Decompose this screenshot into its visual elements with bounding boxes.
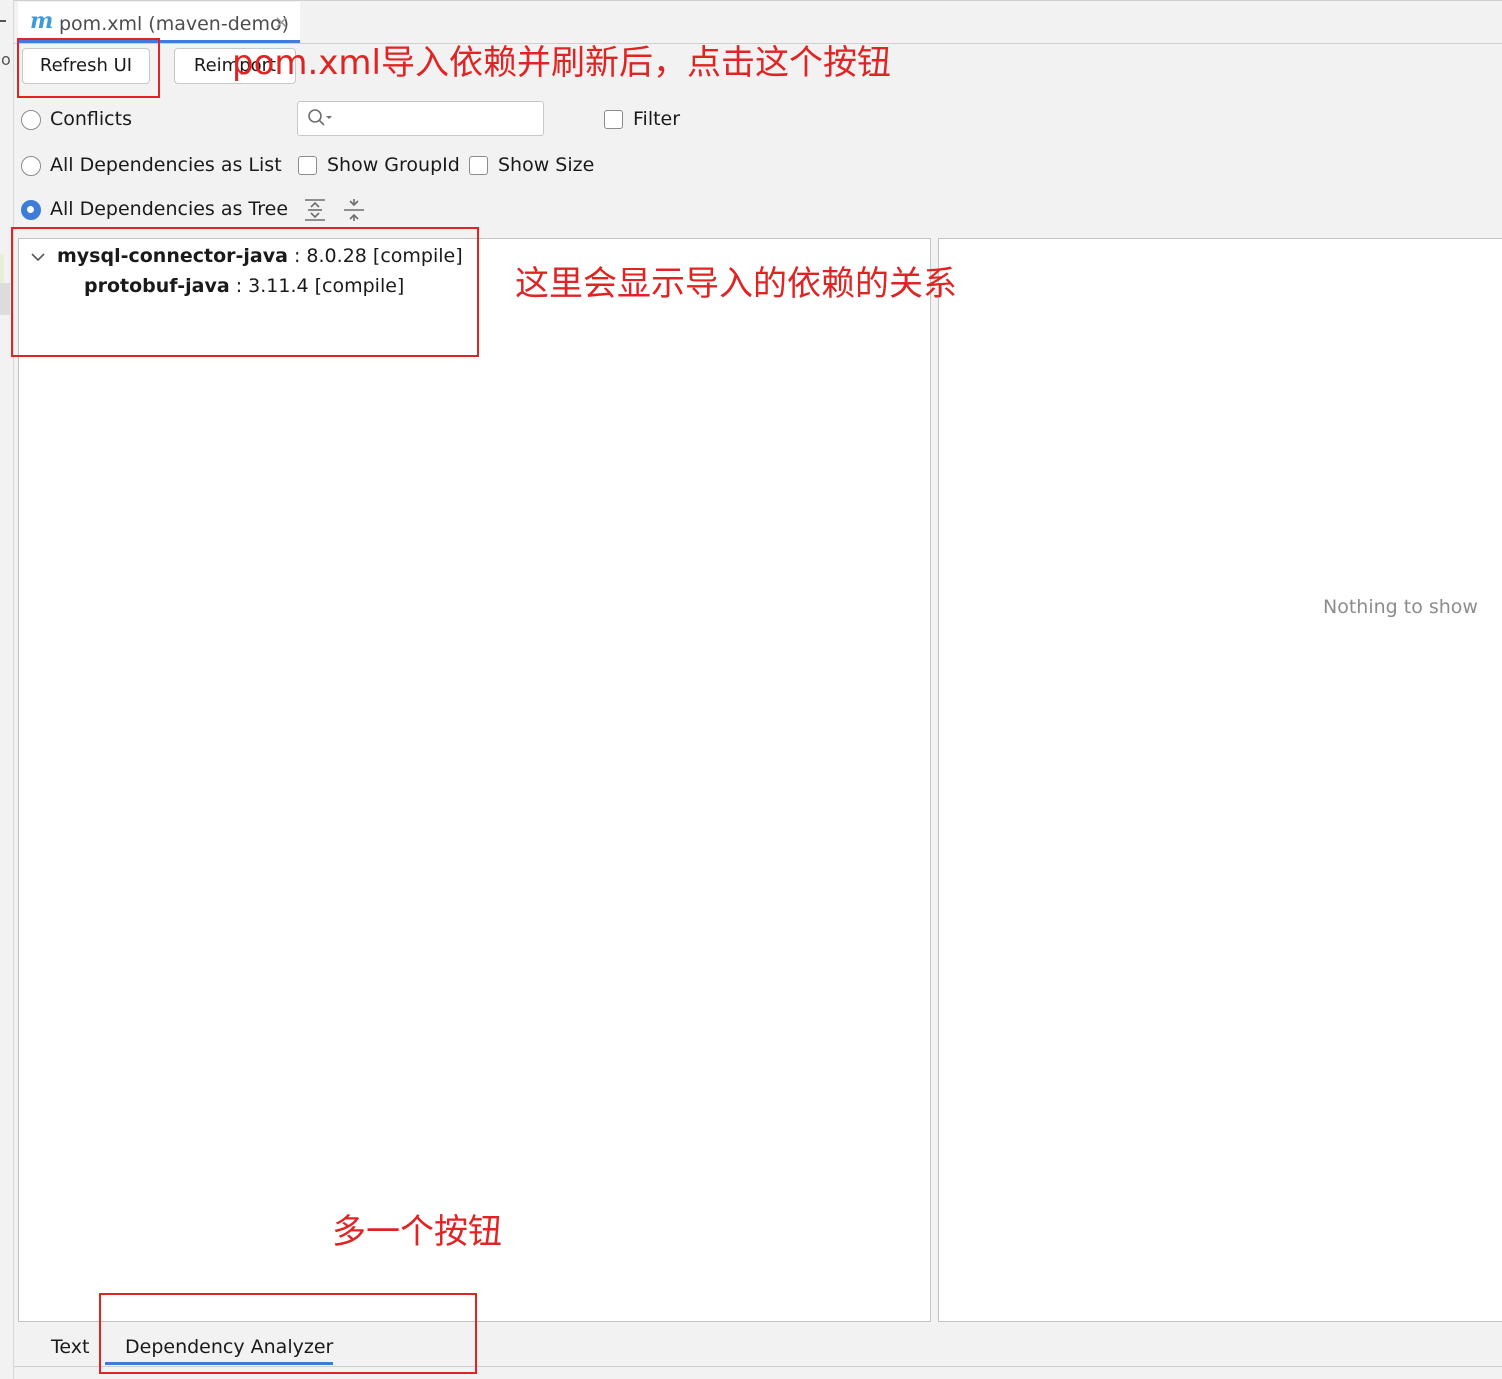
empty-state-label: Nothing to show bbox=[1323, 596, 1478, 618]
gutter-collapse-dash bbox=[0, 20, 6, 22]
annotation-box-refresh bbox=[17, 38, 160, 98]
left-gutter bbox=[0, 0, 14, 1379]
dependency-details-panel bbox=[938, 238, 1502, 1322]
show-size-label: Show Size bbox=[498, 154, 595, 176]
all-dependencies-list-label: All Dependencies as List bbox=[50, 154, 282, 176]
conflicts-label: Conflicts bbox=[50, 108, 132, 130]
gutter-letter: o bbox=[1, 50, 11, 69]
panel-splitter[interactable] bbox=[931, 238, 938, 1322]
tab-text[interactable]: Text bbox=[51, 1336, 89, 1358]
gutter-change-marker bbox=[0, 254, 4, 284]
maven-file-icon: m bbox=[30, 8, 54, 34]
all-dependencies-tree-label: All Dependencies as Tree bbox=[50, 198, 289, 220]
dependency-tree-panel[interactable] bbox=[18, 238, 931, 1322]
filter-checkbox[interactable] bbox=[604, 110, 623, 129]
annotation-text-tab: 多一个按钮 bbox=[332, 1212, 502, 1252]
show-size-checkbox[interactable] bbox=[469, 156, 488, 175]
search-input[interactable] bbox=[297, 101, 544, 136]
file-tab-label: pom.xml (maven-demo) bbox=[59, 13, 289, 35]
conflicts-radio[interactable] bbox=[21, 110, 41, 130]
all-dependencies-list-radio[interactable] bbox=[21, 156, 41, 176]
annotation-box-tree bbox=[11, 227, 479, 357]
close-icon[interactable]: × bbox=[274, 12, 289, 33]
search-icon bbox=[308, 109, 332, 126]
gutter-scroll-marker bbox=[0, 283, 10, 315]
all-dependencies-tree-radio[interactable] bbox=[21, 200, 41, 220]
filter-label: Filter bbox=[633, 108, 681, 130]
collapse-all-icon[interactable] bbox=[343, 198, 365, 222]
expand-all-icon[interactable] bbox=[304, 198, 326, 222]
annotation-box-tab bbox=[99, 1293, 477, 1374]
show-groupid-checkbox[interactable] bbox=[298, 156, 317, 175]
show-groupid-label: Show GroupId bbox=[327, 154, 460, 176]
annotation-text-tree: 这里会显示导入的依赖的关系 bbox=[515, 264, 957, 304]
annotation-text-refresh: pom.xml导入依赖并刷新后，点击这个按钮 bbox=[232, 43, 891, 83]
